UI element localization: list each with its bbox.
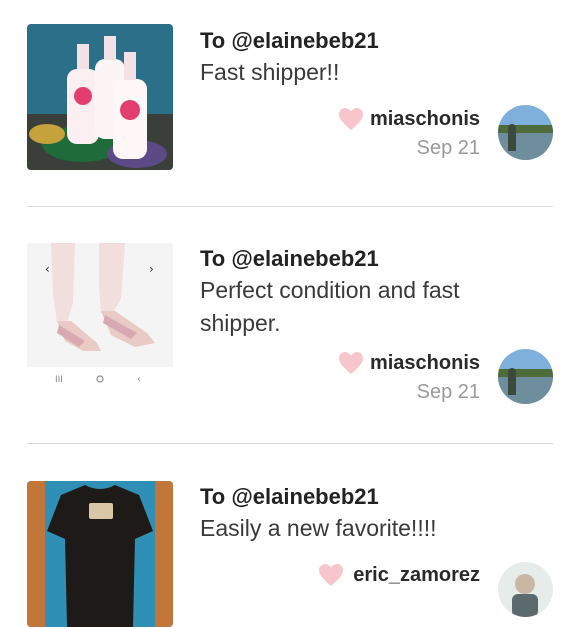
svg-text:›: › <box>149 262 154 276</box>
review-message: Easily a new favorite!!!! <box>200 515 437 541</box>
review-message: Perfect condition and fast shipper. <box>200 277 460 336</box>
heart-icon[interactable] <box>338 351 364 375</box>
divider <box>27 206 553 207</box>
svg-text:‹: ‹ <box>137 374 141 385</box>
divider <box>27 443 553 444</box>
avatar[interactable] <box>498 562 553 617</box>
avatar[interactable] <box>498 349 553 404</box>
reviewer-username[interactable]: miaschonis <box>370 108 480 131</box>
review-date: Sep 21 <box>416 381 480 403</box>
product-thumbnail[interactable] <box>27 481 173 627</box>
reviewer-username[interactable]: eric_zamorez <box>353 564 480 587</box>
review-date: Sep 21 <box>416 137 480 159</box>
review-recipient[interactable]: To @elainebeb21 <box>200 484 379 510</box>
svg-text:‹: ‹ <box>45 262 50 276</box>
heart-icon[interactable] <box>318 563 344 587</box>
review-recipient[interactable]: To @elainebeb21 <box>200 28 379 54</box>
reviewer-username[interactable]: miaschonis <box>370 352 480 375</box>
review-recipient[interactable]: To @elainebeb21 <box>200 246 379 272</box>
product-thumbnail[interactable] <box>27 24 173 170</box>
heart-icon[interactable] <box>338 107 364 131</box>
product-thumbnail[interactable]: ‹ › III ‹ <box>27 243 173 389</box>
svg-text:III: III <box>55 375 63 385</box>
review-message: Fast shipper!! <box>200 59 340 85</box>
avatar[interactable] <box>498 105 553 160</box>
